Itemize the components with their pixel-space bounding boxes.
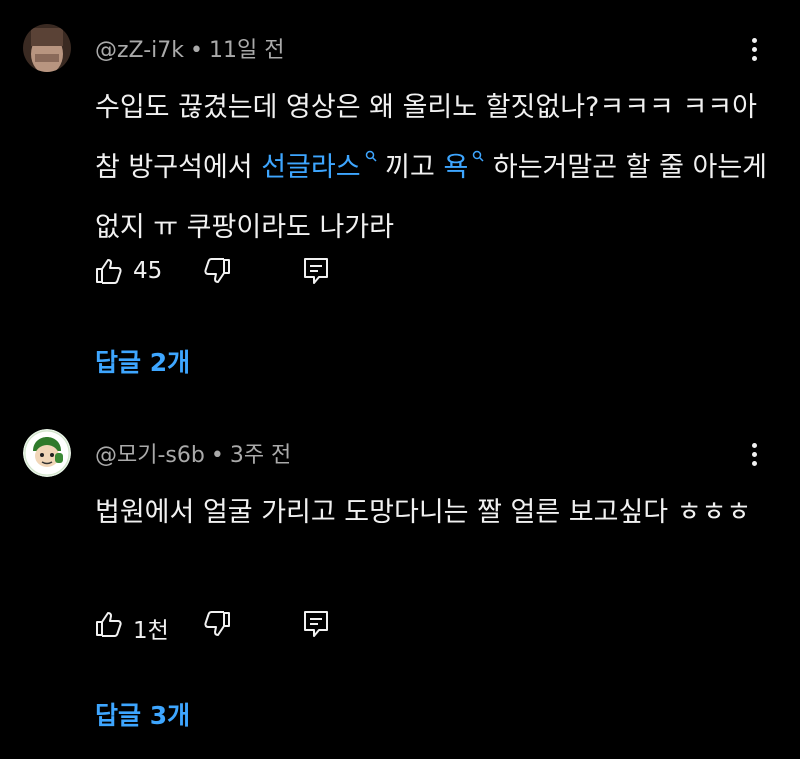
comment-text: 법원에서 얼굴 가리고 도망다니는 짤 얼른 보고싶다 ㅎㅎㅎ — [95, 483, 775, 543]
search-icon — [365, 150, 377, 162]
comment-text: 수입도 끊겼는데 영상은 왜 올리노 할짓없나?ㅋㅋㅋ ㅋㅋ아참 방구석에서 선… — [95, 78, 775, 258]
author-name[interactable]: @zZ-i7k — [95, 38, 184, 63]
more-vert-icon[interactable] — [744, 38, 764, 64]
thumb-down-icon[interactable] — [203, 609, 233, 639]
thumb-down-icon[interactable] — [203, 256, 233, 286]
comment-actions: 45 — [93, 256, 393, 290]
separator-dot: • — [210, 443, 224, 468]
avatar[interactable] — [23, 429, 71, 477]
avatar[interactable] — [23, 24, 71, 72]
reply-icon[interactable] — [301, 609, 331, 639]
separator-dot: • — [190, 38, 204, 63]
comment-time[interactable]: 11일 전 — [209, 38, 284, 63]
more-vert-icon[interactable] — [744, 443, 764, 469]
like-count: 1천 — [133, 618, 169, 644]
search-link-sunglasses[interactable]: 선글라스 — [261, 152, 360, 183]
thumb-up-icon[interactable] — [93, 256, 123, 286]
search-link-yok[interactable]: 욕 — [443, 152, 468, 183]
comment-text-part: 끼고 — [376, 152, 444, 183]
replies-toggle[interactable]: 답글 2개 — [95, 343, 190, 379]
reply-icon[interactable] — [301, 256, 331, 286]
replies-toggle[interactable]: 답글 3개 — [95, 696, 190, 732]
comment-text-part: 법원에서 얼굴 가리고 도망다니는 짤 얼른 보고싶다 ㅎㅎㅎ — [95, 497, 752, 528]
search-icon — [472, 150, 484, 162]
comment-meta: @zZ-i7k • 11일 전 — [95, 32, 284, 64]
comment-actions: 1천 — [93, 609, 393, 644]
comment-meta: @모기-s6b • 3주 전 — [95, 437, 291, 469]
author-name[interactable]: @모기-s6b — [95, 443, 205, 468]
thumb-up-icon[interactable] — [93, 609, 123, 639]
comment-time[interactable]: 3주 전 — [230, 443, 291, 468]
like-count: 45 — [133, 258, 163, 284]
